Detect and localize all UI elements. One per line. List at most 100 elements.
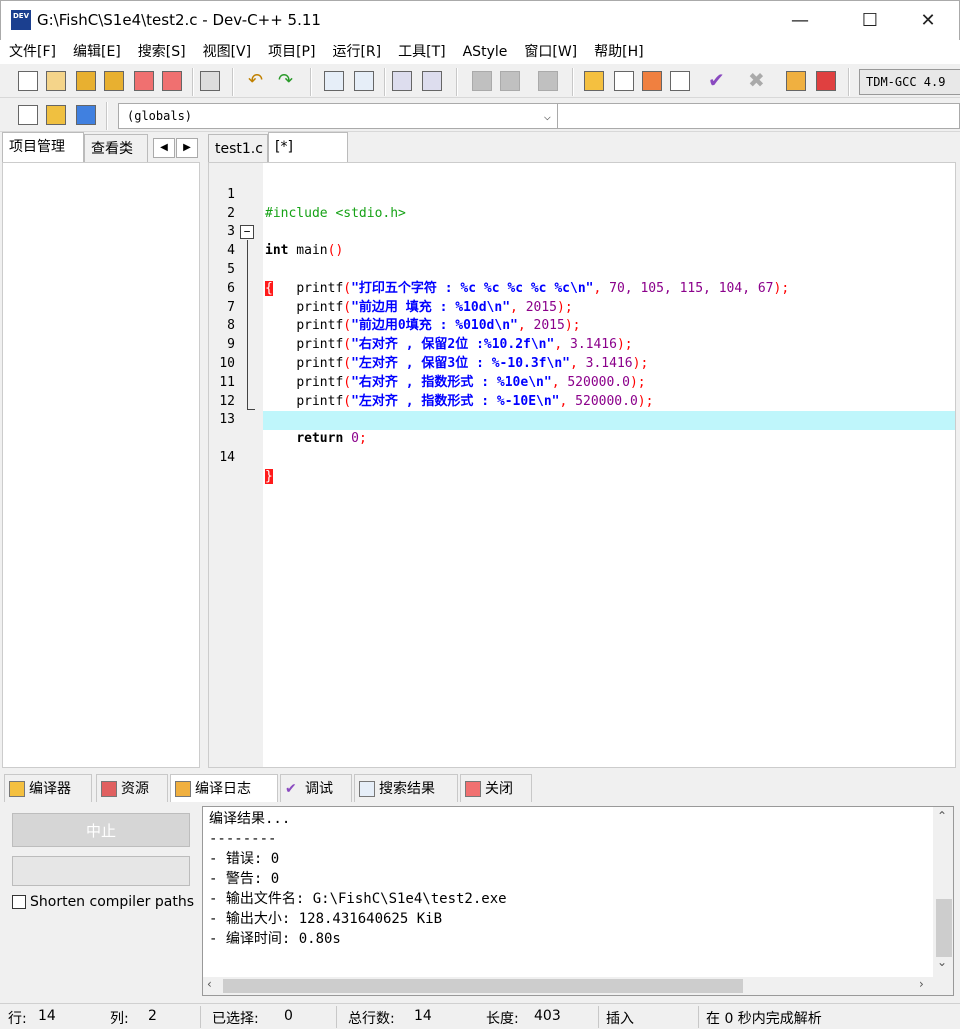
close-file-icon[interactable]: [134, 71, 154, 91]
maximize-button[interactable]: ☐: [847, 1, 893, 41]
print-icon[interactable]: [200, 71, 220, 91]
log-line: - 编译时间: 0.80s: [209, 931, 341, 947]
current-line-highlight: [263, 411, 955, 431]
menu-tools[interactable]: 工具[T]: [389, 40, 453, 64]
devcpp-app-icon: DEV: [11, 10, 31, 30]
scope-select[interactable]: (globals) ⌵: [118, 103, 558, 129]
project-options-icon: [538, 71, 558, 91]
member-select[interactable]: [558, 103, 960, 129]
indent-icon[interactable]: [422, 71, 442, 91]
close-all-icon[interactable]: [162, 71, 182, 91]
goto-declaration-icon[interactable]: [18, 105, 38, 125]
scroll-right-icon[interactable]: ›: [919, 977, 924, 991]
delete-profile-icon[interactable]: [816, 71, 836, 91]
menu-search[interactable]: 搜索[S]: [129, 40, 194, 64]
menu-astyle[interactable]: AStyle: [454, 40, 516, 64]
tab-project-manager[interactable]: 项目管理: [2, 132, 84, 162]
code-line: 11 printf("左对齐 , 指数形式 : %-10E\n", 520000…: [209, 355, 955, 409]
save-all-icon[interactable]: [104, 71, 124, 91]
save-icon[interactable]: [76, 71, 96, 91]
code-line: 8 printf("右对齐 , 保留2位 :%10.2f\n", 3.1416)…: [209, 299, 955, 352]
code-line-current: 14 }: [209, 411, 955, 484]
profile-icon[interactable]: [786, 71, 806, 91]
code-line: 2: [209, 186, 955, 221]
code-line: 13 return 0;: [209, 393, 955, 446]
status-lines: 14: [414, 1008, 432, 1024]
tab-compile-log[interactable]: 编译日志: [170, 774, 278, 802]
compile-log-panel[interactable]: 编译结果... -------- - 错误: 0 - 警告: 0 - 输出文件名…: [202, 806, 954, 996]
scroll-left-icon[interactable]: ‹: [207, 977, 212, 991]
goto-definition-icon[interactable]: [46, 105, 66, 125]
code-line: 5 printf("打印五个字符 : %c %c %c %c %c\n", 70…: [209, 242, 955, 296]
tab-class-browser[interactable]: 查看类: [84, 134, 148, 162]
resources-icon: [101, 781, 117, 797]
new-file-icon[interactable]: [18, 71, 38, 91]
check-syntax-icon[interactable]: ✔: [708, 68, 725, 92]
compiler-select[interactable]: TDM-GCC 4.9: [859, 69, 960, 95]
compile-log-icon: [175, 781, 191, 797]
goto-line-icon[interactable]: [392, 71, 412, 91]
scope-select-value: (globals): [127, 109, 193, 123]
tab-debug[interactable]: ✔ 调试: [280, 774, 352, 802]
menu-file[interactable]: 文件[F]: [0, 40, 64, 64]
tab-compiler[interactable]: 编译器: [4, 774, 92, 802]
tab-resources[interactable]: 资源: [96, 774, 168, 802]
tab-test2[interactable]: [*] test2.c: [268, 132, 348, 183]
code-brace: }: [265, 468, 273, 484]
code-line: 10 printf("右对齐 , 指数形式 : %10e\n", 520000.…: [209, 336, 955, 390]
compile-run-icon[interactable]: [642, 71, 662, 91]
code-line: 3 int main(): [209, 205, 955, 258]
abort-compile-button: 中止: [12, 813, 190, 847]
bookmark-icon[interactable]: [76, 105, 96, 125]
menu-run[interactable]: 运行[R]: [323, 40, 389, 64]
status-row: 14: [38, 1008, 56, 1024]
status-parse-time: 在 0 秒内完成解析: [706, 1011, 822, 1027]
close-panel-icon: [465, 781, 481, 797]
menu-help[interactable]: 帮助[H]: [585, 40, 651, 64]
add-to-project-icon: [472, 71, 492, 91]
project-tree-panel[interactable]: [2, 162, 200, 768]
code-editor[interactable]: 1 #include <stdio.h> 2 3 int main() 4 − …: [208, 162, 956, 768]
chevron-down-icon: ⌵: [543, 109, 551, 123]
menu-edit[interactable]: 编辑[E]: [64, 40, 129, 64]
redo-icon[interactable]: ↷: [278, 70, 293, 91]
scroll-thumb[interactable]: [936, 899, 952, 957]
compile-icon[interactable]: [584, 71, 604, 91]
menu-window[interactable]: 窗口[W]: [515, 40, 585, 64]
scroll-down-icon[interactable]: ⌄: [937, 955, 947, 969]
compiler-icon: [9, 781, 25, 797]
tab-scroll-right-icon[interactable]: ▶: [176, 138, 198, 158]
undo-icon[interactable]: ↶: [248, 70, 263, 91]
status-length-label: 长度:: [486, 1011, 519, 1027]
code-line: 7 printf("前边用0填充 : %010d\n", 2015);: [209, 280, 955, 334]
window-title: G:\FishC\S1e4\test2.c - Dev-C++ 5.11: [37, 11, 321, 29]
find-icon[interactable]: [324, 71, 344, 91]
fold-collapse-icon[interactable]: −: [240, 225, 254, 240]
minimize-button[interactable]: —: [777, 1, 823, 41]
tab-test1[interactable]: test1.c: [208, 134, 268, 162]
code-line: 6 printf("前边用 填充 : %10d\n", 2015);: [209, 261, 955, 315]
tab-close[interactable]: 关闭: [460, 774, 532, 802]
code-keyword: return: [296, 431, 344, 447]
close-button[interactable]: ✕: [905, 1, 951, 41]
log-horizontal-scrollbar[interactable]: ‹ ›: [203, 977, 933, 995]
status-col-label: 列:: [110, 1011, 129, 1027]
open-file-icon[interactable]: [46, 71, 66, 91]
log-vertical-scrollbar[interactable]: ⌃ ⌄: [933, 807, 953, 995]
shorten-paths-checkbox[interactable]: Shorten compiler paths: [12, 894, 194, 910]
replace-icon[interactable]: [354, 71, 374, 91]
shorten-paths-label: Shorten compiler paths: [30, 894, 195, 910]
status-selected: 0: [284, 1008, 293, 1024]
checkbox-box[interactable]: [12, 895, 26, 909]
tab-scroll-left-icon[interactable]: ◀: [153, 138, 175, 158]
scroll-thumb[interactable]: [223, 979, 743, 993]
log-line: - 输出文件名: G:\FishC\S1e4\test2.exe: [209, 891, 507, 907]
menu-project[interactable]: 项目[P]: [259, 40, 323, 64]
scroll-up-icon[interactable]: ⌃: [937, 809, 947, 823]
search-icon: [359, 781, 375, 797]
title-bar: DEV G:\FishC\S1e4\test2.c - Dev-C++ 5.11…: [0, 0, 960, 40]
tab-search-results[interactable]: 搜索结果: [354, 774, 458, 802]
run-icon[interactable]: [614, 71, 634, 91]
rebuild-icon[interactable]: [670, 71, 690, 91]
menu-view[interactable]: 视图[V]: [194, 40, 260, 64]
